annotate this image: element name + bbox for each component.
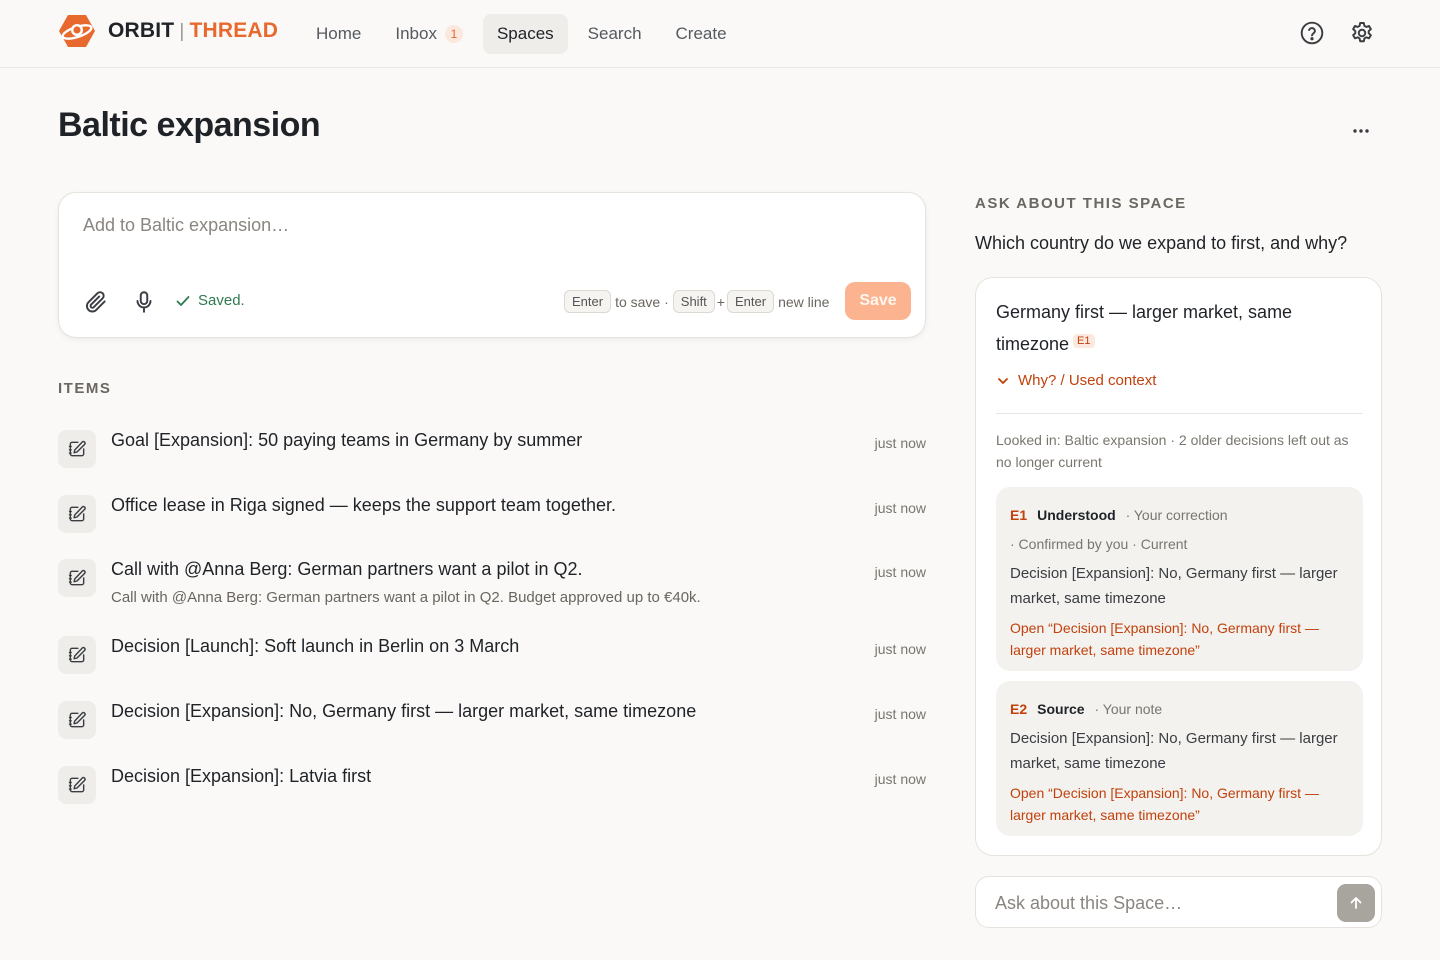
answer-card: Germany first — larger market, same time…	[975, 277, 1382, 856]
note-edit-icon	[58, 636, 96, 674]
item-title: Office lease in Riga signed — keeps the …	[111, 495, 616, 515]
composer: Saved. Enter to save · Shift + Enter new…	[58, 192, 926, 338]
context-card-e2: E2 Source · Your note Decision [Expansion…	[996, 681, 1363, 836]
context-meta: · Your correction	[1125, 507, 1228, 523]
paperclip-icon[interactable]	[83, 289, 109, 315]
hint-to-save: to save ·	[615, 293, 669, 310]
nav-create-label: Create	[675, 24, 727, 43]
context-id: E1	[1010, 507, 1028, 523]
check-icon	[176, 295, 190, 306]
item-title: Decision [Expansion]: No, Germany first …	[111, 701, 697, 721]
item-time: just now	[874, 500, 926, 516]
note-edit-icon	[58, 559, 96, 597]
nav-search[interactable]: Search	[574, 14, 656, 54]
note-edit-icon	[58, 495, 96, 533]
nav-spaces-label: Spaces	[496, 24, 554, 43]
ask-input[interactable]	[995, 889, 1325, 917]
ask-section-label: ASK ABOUT THIS SPACE	[975, 195, 1187, 212]
answer-text: Germany first — larger market, same time…	[996, 298, 1356, 359]
context-meta: · Your note	[1094, 701, 1163, 717]
context-meta: · Current	[1132, 536, 1188, 552]
gear-icon[interactable]	[1349, 20, 1375, 46]
brand-name-b: THREAD	[189, 19, 279, 42]
item-time: just now	[874, 706, 926, 722]
send-button[interactable]	[1337, 884, 1375, 922]
ask-question: Which country do we expand to first, and…	[975, 233, 1348, 253]
context-open-link[interactable]: Open “Decision [Expansion]: No, Germany …	[1010, 617, 1349, 661]
brand-name-a: ORBIT	[108, 19, 175, 42]
item-time: just now	[874, 771, 926, 787]
looked-in-note: Looked in: Baltic expansion · 2 older de…	[996, 432, 1349, 470]
item-time: just now	[874, 564, 926, 580]
divider	[996, 413, 1363, 414]
kbd-enter: Enter	[564, 290, 612, 313]
brand-separator: |	[179, 21, 185, 42]
answer-body: Germany first — larger market, same time…	[996, 302, 1293, 354]
note-edit-icon	[58, 766, 96, 804]
context-body: Decision [Expansion]: No, Germany first …	[1010, 565, 1338, 607]
save-status-text: Saved.	[198, 292, 245, 309]
note-edit-icon	[58, 430, 96, 468]
help-icon[interactable]	[1299, 20, 1325, 46]
top-bar: ORBIT | THREAD Home Inbox 1 Spaces Search C…	[0, 0, 1440, 68]
item-time: just now	[874, 435, 926, 451]
hint-new-line: new line	[778, 293, 830, 310]
why-used-context-toggle[interactable]: Why? / Used context	[996, 372, 1156, 389]
context-open-link[interactable]: Open “Decision [Expansion]: No, Germany …	[1010, 782, 1349, 826]
context-id: E2	[1010, 701, 1028, 717]
item-time: just now	[874, 641, 926, 657]
context-kind: Source	[1037, 701, 1085, 717]
item-title: Decision [Launch]: Soft launch in Berlin…	[111, 636, 520, 656]
nav-inbox[interactable]: Inbox 1	[381, 14, 477, 54]
why-label: Why? / Used context	[1018, 372, 1157, 389]
nav-create[interactable]: Create	[662, 14, 741, 54]
item-subtitle: Call with @Anna Berg: German partners wa…	[111, 589, 701, 606]
save-button[interactable]: Save	[845, 282, 911, 320]
more-options-button[interactable]	[1346, 118, 1376, 144]
brand-name: ORBIT | THREAD	[108, 19, 278, 43]
context-header: E1 Understood · Your correction · Confirm…	[1010, 501, 1349, 559]
nav-home[interactable]: Home	[302, 14, 375, 54]
nav-inbox-label: Inbox	[395, 24, 437, 43]
brand-logo[interactable]: ORBIT | THREAD	[58, 13, 278, 49]
chevron-down-icon	[998, 377, 1008, 384]
ask-input-box	[975, 876, 1382, 928]
context-kind: Understood	[1037, 507, 1116, 523]
context-card-e1: E1 Understood · Your correction · Confirm…	[996, 487, 1363, 671]
note-edit-icon	[58, 701, 96, 739]
main-nav: Home Inbox 1 Spaces Search Create	[302, 14, 747, 54]
context-header: E2 Source · Your note	[1010, 695, 1349, 724]
save-status: Saved.	[175, 292, 245, 309]
arrow-up-icon	[1350, 897, 1362, 909]
context-body: Decision [Expansion]: No, Germany first …	[1010, 730, 1338, 772]
inbox-count-badge: 1	[444, 25, 463, 43]
item-title: Decision [Expansion]: Latvia first	[111, 766, 372, 786]
page-title: Baltic expansion	[58, 106, 321, 144]
kbd-shift: Shift	[672, 290, 715, 313]
more-horizontal-icon	[1353, 129, 1369, 133]
nav-spaces[interactable]: Spaces	[482, 14, 568, 54]
orbit-logo-icon	[59, 15, 95, 47]
item-title: Goal [Expansion]: 50 paying teams in Ger…	[111, 430, 583, 450]
microphone-icon[interactable]	[131, 289, 157, 315]
composer-input[interactable]	[83, 215, 883, 255]
nav-home-label: Home	[316, 24, 362, 43]
keyboard-hint: Enter to save · Shift + Enter new line	[564, 290, 833, 313]
nav-search-label: Search	[587, 24, 642, 43]
items-section-label: ITEMS	[58, 380, 112, 397]
hint-plus: +	[716, 293, 725, 310]
context-meta: · Confirmed by you	[1010, 536, 1129, 552]
kbd-enter-2: Enter	[726, 290, 775, 313]
item-title: Call with @Anna Berg: German partners wa…	[111, 559, 583, 579]
answer-reference-badge[interactable]: E1	[1073, 334, 1095, 348]
